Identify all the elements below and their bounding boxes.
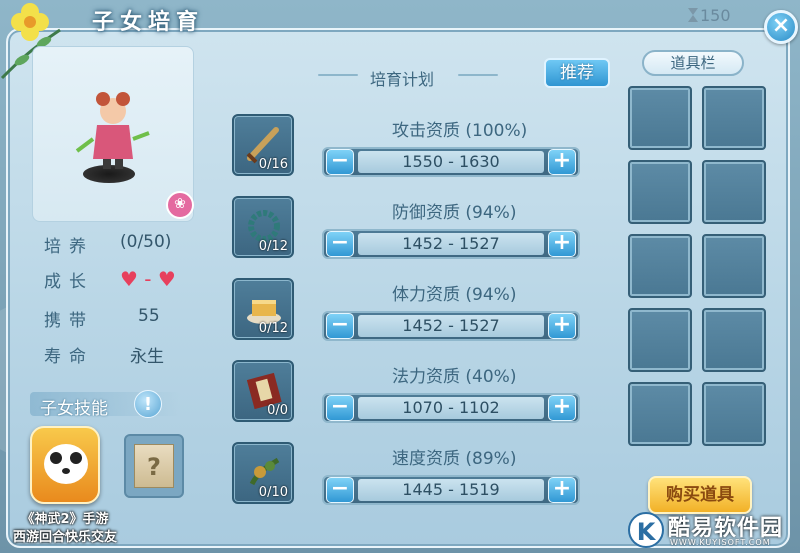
item-count: 0/16	[258, 157, 288, 172]
attr-name: 速度资质	[392, 449, 460, 469]
item-slot-stamina[interactable]: 0/12	[232, 278, 294, 340]
prop-slot[interactable]	[628, 86, 692, 150]
attr-title-speed: 速度资质 (89%)	[392, 444, 552, 469]
stat-row-growth: 成长 ♥ - ♥	[40, 267, 210, 293]
prop-slot[interactable]	[702, 86, 766, 150]
stat-row-lifespan: 寿命 永生	[40, 342, 210, 368]
lotus-icon[interactable]: ❀	[166, 191, 194, 219]
close-button[interactable]: ×	[764, 10, 798, 44]
attr-percent: (100%)	[465, 121, 528, 141]
currency-value: 150	[700, 6, 731, 25]
attr-bar-attack: − 1550 - 1630 +	[322, 147, 580, 177]
watermark-k-icon: K	[628, 512, 664, 548]
ad-line-2: 西游回合快乐交友	[12, 530, 117, 545]
stat-value: 永生	[130, 347, 164, 367]
plus-button[interactable]: +	[548, 149, 576, 175]
attr-name: 防御资质	[392, 203, 460, 223]
prop-bar-title: 道具栏	[642, 50, 744, 76]
attr-percent: (94%)	[465, 285, 517, 305]
item-slot-magic[interactable]: 0/0	[232, 360, 294, 422]
skill-slot-unknown[interactable]: ?	[124, 434, 184, 498]
plan-title: 培育计划	[370, 70, 435, 89]
plan-decoration-left	[318, 74, 358, 76]
hourglass-icon	[688, 8, 698, 22]
plus-button[interactable]: +	[548, 231, 576, 257]
attr-bar-defense: − 1452 - 1527 +	[322, 229, 580, 259]
skills-header: 子女技能	[40, 399, 108, 419]
stat-row-training: 培养 (0/50)	[40, 232, 210, 258]
item-count: 0/10	[258, 485, 288, 500]
prop-slot[interactable]	[702, 234, 766, 298]
attr-range: 1550 - 1630	[402, 152, 500, 171]
item-count: 0/0	[267, 403, 288, 418]
prop-slot[interactable]	[628, 308, 692, 372]
minus-button[interactable]: −	[326, 231, 354, 257]
prop-slot[interactable]	[702, 308, 766, 372]
growth-hearts: ♥ - ♥	[120, 267, 176, 291]
watermark: K 酷易软件园 WWW.KUYISOFT.COM	[628, 508, 800, 553]
attr-percent: (94%)	[465, 203, 517, 223]
attr-range: 1452 - 1527	[402, 316, 500, 335]
attr-name: 体力资质	[392, 285, 460, 305]
minus-button[interactable]: −	[326, 395, 354, 421]
scroll-question-icon: ?	[134, 444, 174, 488]
plus-button[interactable]: +	[548, 477, 576, 503]
stat-value: (0/50)	[120, 232, 172, 252]
attr-title-magic: 法力资质 (40%)	[392, 362, 552, 387]
item-slot-speed[interactable]: 0/10	[232, 442, 294, 504]
flower-icon	[11, 3, 49, 41]
minus-button[interactable]: −	[326, 477, 354, 503]
stat-label: 携带	[44, 311, 94, 331]
attr-name: 法力资质	[392, 367, 460, 387]
prop-slot[interactable]	[702, 382, 766, 446]
prop-slot[interactable]	[628, 234, 692, 298]
attr-bar-magic: − 1070 - 1102 +	[322, 393, 580, 423]
ad-line-1: 《神武2》手游	[21, 512, 109, 527]
item-count: 0/12	[258, 321, 288, 336]
item-slot-attack[interactable]: 0/16	[232, 114, 294, 176]
attr-range: 1445 - 1519	[402, 480, 500, 499]
attr-range: 1070 - 1102	[402, 398, 500, 417]
child-character-icon	[75, 92, 150, 169]
minus-button[interactable]: −	[326, 149, 354, 175]
plan-decoration-right	[458, 74, 498, 76]
watermark-url: WWW.KUYISOFT.COM	[670, 538, 771, 547]
stat-label: 成长	[44, 272, 94, 292]
minus-button[interactable]: −	[326, 313, 354, 339]
attr-title-stamina: 体力资质 (94%)	[392, 280, 552, 305]
item-count: 0/12	[258, 239, 288, 254]
item-slot-defense[interactable]: 0/12	[232, 196, 294, 258]
attr-percent: (40%)	[465, 367, 517, 387]
plus-button[interactable]: +	[548, 313, 576, 339]
attr-title-attack: 攻击资质 (100%)	[392, 116, 552, 141]
stat-value: 55	[138, 306, 160, 326]
attr-bar-stamina: − 1452 - 1527 +	[322, 311, 580, 341]
prop-slot[interactable]	[628, 160, 692, 224]
plus-button[interactable]: +	[548, 395, 576, 421]
window-title: 子女培育	[92, 9, 205, 35]
attr-percent: (89%)	[465, 449, 517, 469]
prop-slot[interactable]	[628, 382, 692, 446]
attr-name: 攻击资质	[392, 121, 460, 141]
stat-row-carry: 携带 55	[40, 306, 210, 332]
attr-range: 1452 - 1527	[402, 234, 500, 253]
prop-slot[interactable]	[702, 160, 766, 224]
game-logo-icon	[30, 426, 100, 504]
attr-bar-speed: − 1445 - 1519 +	[322, 475, 580, 505]
stat-label: 培养	[44, 237, 94, 257]
recommend-button[interactable]: 推荐	[544, 58, 610, 88]
info-icon[interactable]: !	[134, 390, 162, 418]
stat-label: 寿命	[44, 347, 94, 367]
attr-title-defense: 防御资质 (94%)	[392, 198, 552, 223]
panda-icon	[44, 444, 88, 484]
